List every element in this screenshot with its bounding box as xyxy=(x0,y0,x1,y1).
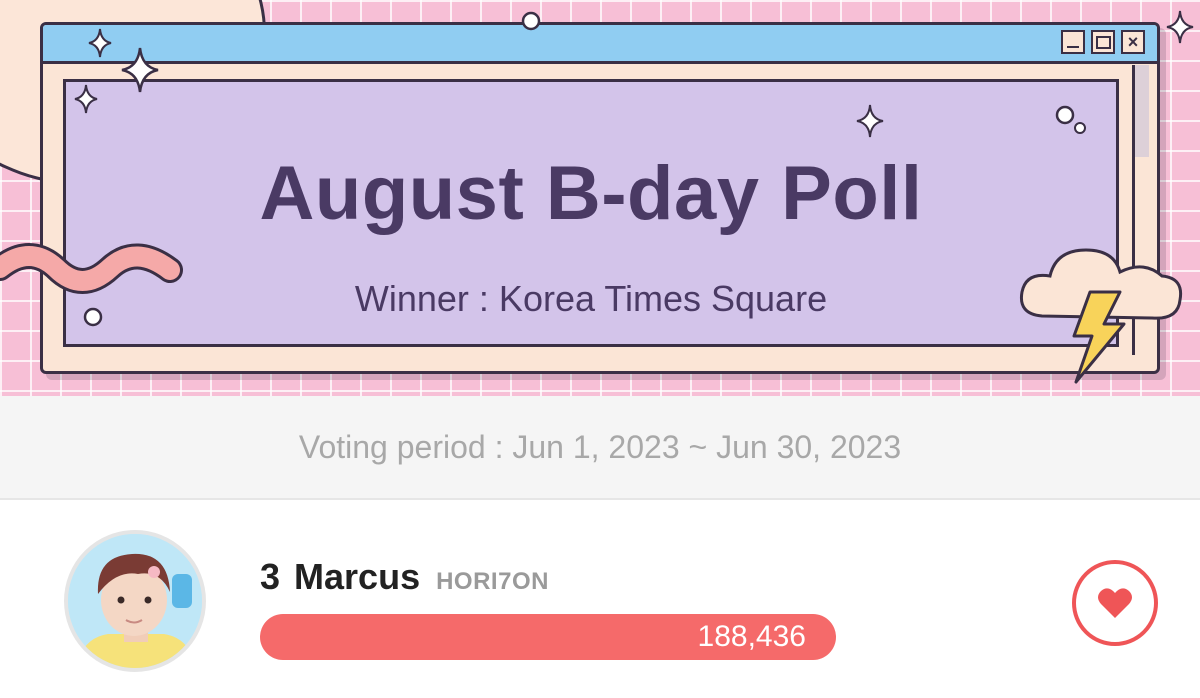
sparkle-icon xyxy=(88,28,112,58)
squiggle-decoration xyxy=(0,243,183,294)
candidate-name: Marcus xyxy=(294,556,421,597)
scrollbar-thumb xyxy=(1135,65,1149,157)
cloud-lightning-decoration xyxy=(1019,248,1183,384)
vote-count-bar: 188,436 xyxy=(260,614,836,660)
profile-photo xyxy=(68,534,202,668)
candidate-info: 3 Marcus HORI7ON xyxy=(260,556,549,598)
vote-heart-button[interactable] xyxy=(1072,560,1158,646)
circles-decoration xyxy=(1055,105,1086,134)
avatar xyxy=(64,530,206,672)
candidate-group: HORI7ON xyxy=(436,568,549,595)
candidate-rank: 3 xyxy=(260,556,281,597)
close-icon: × xyxy=(1121,30,1145,54)
voting-period: Voting period : Jun 1, 2023 ~ Jun 30, 20… xyxy=(0,396,1200,500)
minimize-icon xyxy=(1061,30,1085,54)
circle-decoration xyxy=(83,307,103,327)
sparkle-icon xyxy=(856,104,884,138)
retro-window-frame: × August B-day Poll Winner : Korea Times… xyxy=(40,22,1160,374)
sparkle-icon xyxy=(121,47,159,93)
poll-banner: × August B-day Poll Winner : Korea Times… xyxy=(0,0,1200,396)
circle-decoration xyxy=(521,11,541,31)
heart-icon xyxy=(1098,588,1132,618)
vote-count: 188,436 xyxy=(697,620,806,653)
window-titlebar: × xyxy=(43,25,1157,64)
voting-period-label: Voting period : xyxy=(298,428,513,465)
maximize-icon xyxy=(1091,30,1115,54)
candidate-row[interactable]: 3 Marcus HORI7ON 188,436 xyxy=(0,500,1200,698)
voting-period-range: Jun 1, 2023 ~ Jun 30, 2023 xyxy=(512,428,902,465)
sparkle-icon xyxy=(74,84,98,114)
window-content: August B-day Poll Winner : Korea Times S… xyxy=(63,79,1119,347)
poll-winner: Winner : Korea Times Square xyxy=(354,278,828,319)
poll-title: August B-day Poll xyxy=(259,151,923,236)
sparkle-icon xyxy=(1166,10,1194,44)
